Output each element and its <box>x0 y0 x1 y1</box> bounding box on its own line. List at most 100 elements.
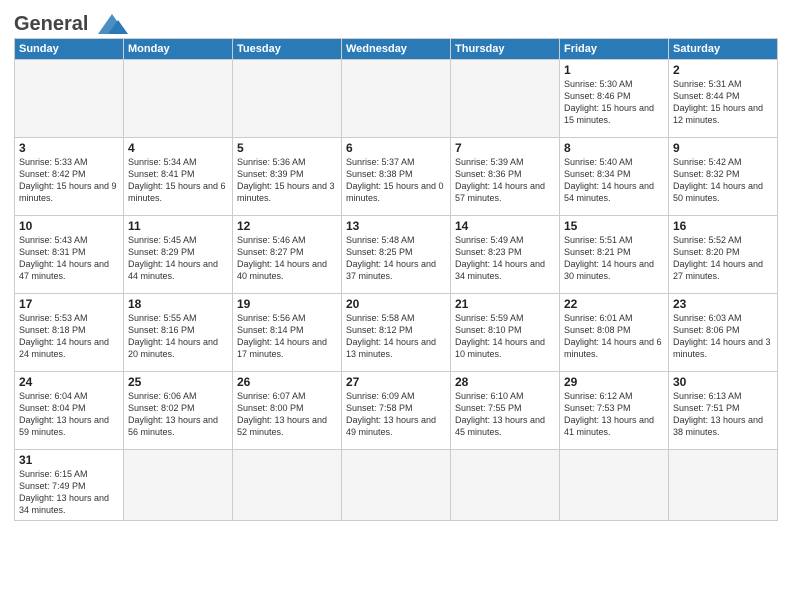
calendar-cell <box>560 450 669 521</box>
calendar-cell: 9Sunrise: 5:42 AMSunset: 8:32 PMDaylight… <box>669 138 778 216</box>
day-number: 20 <box>346 297 446 311</box>
week-row-1: 1Sunrise: 5:30 AMSunset: 8:46 PMDaylight… <box>15 60 778 138</box>
week-row-5: 24Sunrise: 6:04 AMSunset: 8:04 PMDayligh… <box>15 372 778 450</box>
calendar-cell <box>342 60 451 138</box>
day-number: 5 <box>237 141 337 155</box>
weekday-wednesday: Wednesday <box>342 39 451 60</box>
day-number: 21 <box>455 297 555 311</box>
day-number: 3 <box>19 141 119 155</box>
week-row-3: 10Sunrise: 5:43 AMSunset: 8:31 PMDayligh… <box>15 216 778 294</box>
calendar-cell: 16Sunrise: 5:52 AMSunset: 8:20 PMDayligh… <box>669 216 778 294</box>
day-number: 1 <box>564 63 664 77</box>
day-info: Sunrise: 5:45 AMSunset: 8:29 PMDaylight:… <box>128 234 228 283</box>
day-number: 30 <box>673 375 773 389</box>
calendar-cell: 22Sunrise: 6:01 AMSunset: 8:08 PMDayligh… <box>560 294 669 372</box>
week-row-6: 31Sunrise: 6:15 AMSunset: 7:49 PMDayligh… <box>15 450 778 521</box>
day-info: Sunrise: 5:53 AMSunset: 8:18 PMDaylight:… <box>19 312 119 361</box>
day-info: Sunrise: 5:36 AMSunset: 8:39 PMDaylight:… <box>237 156 337 205</box>
day-info: Sunrise: 5:34 AMSunset: 8:41 PMDaylight:… <box>128 156 228 205</box>
calendar-cell: 21Sunrise: 5:59 AMSunset: 8:10 PMDayligh… <box>451 294 560 372</box>
day-info: Sunrise: 6:12 AMSunset: 7:53 PMDaylight:… <box>564 390 664 439</box>
day-info: Sunrise: 5:55 AMSunset: 8:16 PMDaylight:… <box>128 312 228 361</box>
calendar-cell: 26Sunrise: 6:07 AMSunset: 8:00 PMDayligh… <box>233 372 342 450</box>
calendar-cell: 20Sunrise: 5:58 AMSunset: 8:12 PMDayligh… <box>342 294 451 372</box>
day-number: 2 <box>673 63 773 77</box>
day-number: 18 <box>128 297 228 311</box>
calendar-cell: 29Sunrise: 6:12 AMSunset: 7:53 PMDayligh… <box>560 372 669 450</box>
weekday-tuesday: Tuesday <box>233 39 342 60</box>
day-info: Sunrise: 6:10 AMSunset: 7:55 PMDaylight:… <box>455 390 555 439</box>
calendar-cell: 14Sunrise: 5:49 AMSunset: 8:23 PMDayligh… <box>451 216 560 294</box>
calendar-cell <box>451 60 560 138</box>
day-number: 4 <box>128 141 228 155</box>
day-info: Sunrise: 5:30 AMSunset: 8:46 PMDaylight:… <box>564 78 664 127</box>
calendar-cell: 30Sunrise: 6:13 AMSunset: 7:51 PMDayligh… <box>669 372 778 450</box>
day-info: Sunrise: 5:33 AMSunset: 8:42 PMDaylight:… <box>19 156 119 205</box>
calendar-cell: 18Sunrise: 5:55 AMSunset: 8:16 PMDayligh… <box>124 294 233 372</box>
calendar-cell: 15Sunrise: 5:51 AMSunset: 8:21 PMDayligh… <box>560 216 669 294</box>
calendar-cell <box>15 60 124 138</box>
page: General SundayMondayTuesdayWednesdayThur… <box>0 0 792 612</box>
calendar-table: SundayMondayTuesdayWednesdayThursdayFrid… <box>14 38 778 521</box>
day-number: 25 <box>128 375 228 389</box>
calendar-cell <box>124 450 233 521</box>
day-number: 23 <box>673 297 773 311</box>
weekday-friday: Friday <box>560 39 669 60</box>
calendar-cell: 11Sunrise: 5:45 AMSunset: 8:29 PMDayligh… <box>124 216 233 294</box>
day-number: 11 <box>128 219 228 233</box>
day-number: 16 <box>673 219 773 233</box>
day-info: Sunrise: 6:07 AMSunset: 8:00 PMDaylight:… <box>237 390 337 439</box>
calendar-cell <box>124 60 233 138</box>
day-info: Sunrise: 5:51 AMSunset: 8:21 PMDaylight:… <box>564 234 664 283</box>
calendar-cell <box>669 450 778 521</box>
day-number: 29 <box>564 375 664 389</box>
calendar-cell: 1Sunrise: 5:30 AMSunset: 8:46 PMDaylight… <box>560 60 669 138</box>
calendar-cell: 4Sunrise: 5:34 AMSunset: 8:41 PMDaylight… <box>124 138 233 216</box>
day-info: Sunrise: 6:04 AMSunset: 8:04 PMDaylight:… <box>19 390 119 439</box>
day-number: 24 <box>19 375 119 389</box>
day-number: 10 <box>19 219 119 233</box>
day-info: Sunrise: 5:59 AMSunset: 8:10 PMDaylight:… <box>455 312 555 361</box>
header: General <box>14 10 778 32</box>
calendar-cell <box>342 450 451 521</box>
day-number: 26 <box>237 375 337 389</box>
day-number: 22 <box>564 297 664 311</box>
calendar-cell: 6Sunrise: 5:37 AMSunset: 8:38 PMDaylight… <box>342 138 451 216</box>
day-info: Sunrise: 6:03 AMSunset: 8:06 PMDaylight:… <box>673 312 773 361</box>
day-info: Sunrise: 6:15 AMSunset: 7:49 PMDaylight:… <box>19 468 119 517</box>
day-number: 27 <box>346 375 446 389</box>
calendar-cell: 28Sunrise: 6:10 AMSunset: 7:55 PMDayligh… <box>451 372 560 450</box>
calendar-cell: 17Sunrise: 5:53 AMSunset: 8:18 PMDayligh… <box>15 294 124 372</box>
calendar-cell: 31Sunrise: 6:15 AMSunset: 7:49 PMDayligh… <box>15 450 124 521</box>
day-number: 28 <box>455 375 555 389</box>
day-info: Sunrise: 5:43 AMSunset: 8:31 PMDaylight:… <box>19 234 119 283</box>
day-info: Sunrise: 6:13 AMSunset: 7:51 PMDaylight:… <box>673 390 773 439</box>
day-number: 31 <box>19 453 119 467</box>
day-number: 15 <box>564 219 664 233</box>
calendar-cell: 27Sunrise: 6:09 AMSunset: 7:58 PMDayligh… <box>342 372 451 450</box>
weekday-header-row: SundayMondayTuesdayWednesdayThursdayFrid… <box>15 39 778 60</box>
day-info: Sunrise: 5:49 AMSunset: 8:23 PMDaylight:… <box>455 234 555 283</box>
day-info: Sunrise: 6:01 AMSunset: 8:08 PMDaylight:… <box>564 312 664 361</box>
day-info: Sunrise: 5:46 AMSunset: 8:27 PMDaylight:… <box>237 234 337 283</box>
calendar-cell: 19Sunrise: 5:56 AMSunset: 8:14 PMDayligh… <box>233 294 342 372</box>
calendar-cell <box>233 60 342 138</box>
day-number: 7 <box>455 141 555 155</box>
day-info: Sunrise: 5:40 AMSunset: 8:34 PMDaylight:… <box>564 156 664 205</box>
day-info: Sunrise: 6:06 AMSunset: 8:02 PMDaylight:… <box>128 390 228 439</box>
logo-general: General <box>14 13 88 36</box>
day-info: Sunrise: 5:58 AMSunset: 8:12 PMDaylight:… <box>346 312 446 361</box>
weekday-saturday: Saturday <box>669 39 778 60</box>
day-info: Sunrise: 5:37 AMSunset: 8:38 PMDaylight:… <box>346 156 446 205</box>
day-number: 13 <box>346 219 446 233</box>
day-info: Sunrise: 6:09 AMSunset: 7:58 PMDaylight:… <box>346 390 446 439</box>
calendar-cell <box>233 450 342 521</box>
calendar-cell: 2Sunrise: 5:31 AMSunset: 8:44 PMDaylight… <box>669 60 778 138</box>
calendar-cell: 10Sunrise: 5:43 AMSunset: 8:31 PMDayligh… <box>15 216 124 294</box>
calendar-cell: 5Sunrise: 5:36 AMSunset: 8:39 PMDaylight… <box>233 138 342 216</box>
day-number: 6 <box>346 141 446 155</box>
week-row-2: 3Sunrise: 5:33 AMSunset: 8:42 PMDaylight… <box>15 138 778 216</box>
calendar-cell <box>451 450 560 521</box>
day-number: 14 <box>455 219 555 233</box>
calendar-cell: 25Sunrise: 6:06 AMSunset: 8:02 PMDayligh… <box>124 372 233 450</box>
